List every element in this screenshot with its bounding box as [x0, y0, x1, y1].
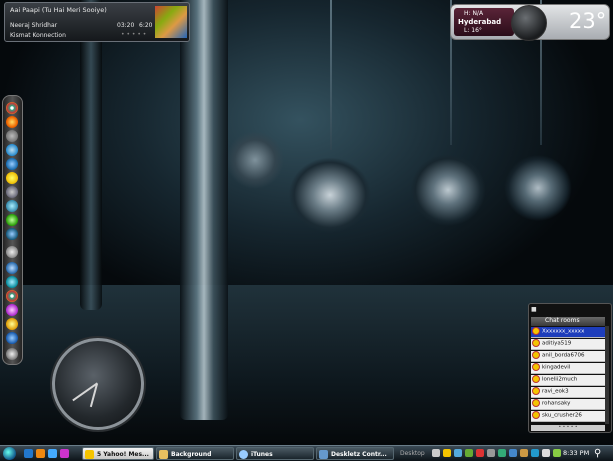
rating-stars[interactable]: • • • • •	[121, 31, 146, 38]
chat-room-label: sku_crusher26	[542, 412, 582, 419]
app-icon[interactable]	[6, 332, 18, 344]
app-icon[interactable]	[6, 304, 18, 316]
app-icon[interactable]	[6, 276, 18, 288]
album-art	[155, 6, 187, 38]
weather-high: H: N/A	[464, 10, 484, 17]
ie-icon[interactable]	[6, 158, 18, 170]
app-icon[interactable]	[6, 228, 18, 240]
chat-room-item[interactable]: kingadevil	[531, 363, 605, 374]
app-icon[interactable]	[6, 186, 18, 198]
chat-room-label: kingadevil	[542, 364, 571, 371]
firefox-icon[interactable]	[6, 116, 18, 128]
search-icon[interactable]: ⚲	[594, 448, 605, 459]
task-background[interactable]: Background	[156, 447, 234, 460]
track-duration: 6:20	[139, 22, 153, 29]
album-name: Kismat Konnection	[10, 32, 66, 39]
chat-room-item[interactable]: ravi_eok3	[531, 387, 605, 398]
app-icon[interactable]	[6, 318, 18, 330]
weather-widget[interactable]: H: N/A Hyderabad L: 16° 23°	[450, 4, 610, 41]
weather-info-panel: H: N/A Hyderabad L: 16°	[454, 8, 514, 36]
ie-quicklaunch-icon[interactable]	[48, 449, 57, 458]
chat-room-item[interactable]: lonelii2much	[531, 375, 605, 386]
wallpaper-rod	[180, 0, 228, 420]
tray-app-icon[interactable]	[487, 449, 495, 457]
show-desktop-icon[interactable]	[24, 449, 33, 458]
app-icon[interactable]	[6, 246, 18, 258]
tray-app-icon[interactable]	[509, 449, 517, 457]
media-player-widget[interactable]: Aai Paapi (Tu Hai Meri Sooiye) Neeraj Sh…	[4, 2, 190, 42]
chat-scrollbar[interactable]	[605, 326, 609, 424]
elapsed-time: 03:20	[117, 22, 135, 29]
tray-yahoo-icon[interactable]	[443, 449, 451, 457]
task-itunes[interactable]: iTunes	[236, 447, 314, 460]
folder-icon	[159, 450, 168, 459]
app-icon[interactable]	[6, 214, 18, 226]
weather-city: Hyderabad	[458, 18, 502, 26]
chat-footer: • • • • •	[531, 425, 605, 431]
chat-room-item[interactable]: aditiya519	[531, 339, 605, 350]
tray-app-icon[interactable]	[531, 449, 539, 457]
wallpaper-rod	[80, 0, 102, 310]
tray-app-icon[interactable]	[476, 449, 484, 457]
song-title: Aai Paapi (Tu Hai Meri Sooiye)	[10, 6, 107, 14]
wallpaper-wire	[330, 0, 332, 150]
recycle-bin-icon[interactable]	[6, 348, 18, 360]
artist-name: Neeraj Shridhar	[10, 22, 58, 29]
chat-room-item[interactable]: sku_crusher26	[531, 411, 605, 422]
app-icon[interactable]	[6, 290, 18, 302]
taskbar-clock[interactable]: 8:33 PM	[563, 446, 589, 461]
tray-app-icon[interactable]	[520, 449, 528, 457]
chat-room-label: lonelii2much	[542, 376, 578, 383]
desktop-toolbar[interactable]: Desktop	[396, 447, 426, 460]
firefox-quicklaunch-icon[interactable]	[36, 449, 45, 458]
chat-user-icon	[532, 375, 540, 383]
weather-temperature: 23°	[569, 9, 607, 33]
tray-power-icon[interactable]	[553, 449, 561, 457]
chat-room-label: anil_borda6706	[542, 352, 585, 359]
chat-room-item[interactable]: rohansaky	[531, 399, 605, 410]
internet-icon[interactable]	[6, 144, 18, 156]
tray-expand-icon[interactable]	[432, 449, 440, 457]
chat-rooms-title: Chat rooms	[531, 317, 605, 326]
yahoo-messenger-icon[interactable]	[6, 172, 18, 184]
tray-app-icon[interactable]	[465, 449, 473, 457]
chat-room-label: rohansaky	[542, 400, 571, 407]
weather-low: L: 16°	[464, 27, 482, 34]
itunes-icon	[239, 450, 248, 459]
app-icon[interactable]	[6, 200, 18, 212]
chat-rooms-widget[interactable]: ■ Chat rooms Xxxxxxx_xxxxx aditiya519 anil…	[528, 303, 612, 433]
tray-app-icon[interactable]	[498, 449, 506, 457]
chat-user-icon	[532, 327, 540, 335]
chat-user-icon	[532, 411, 540, 419]
chat-user-icon	[532, 339, 540, 347]
task-deskletz-control[interactable]: Deskletz Contr...	[316, 447, 394, 460]
chrome-icon[interactable]	[6, 102, 18, 114]
chat-widget-header: ■	[531, 306, 537, 313]
yahoo-messenger-icon	[85, 450, 94, 459]
task-yahoo-messenger[interactable]: 5 Yahoo! Mes...	[82, 447, 154, 460]
tray-volume-icon[interactable]	[542, 449, 550, 457]
chat-room-label: Xxxxxxx_xxxxx	[542, 328, 585, 335]
taskbar: 5 Yahoo! Mes... Background iTunes Deskle…	[0, 445, 613, 461]
deskletz-icon	[319, 450, 328, 459]
analog-clock-widget[interactable]	[52, 338, 144, 430]
start-button[interactable]	[3, 447, 16, 460]
tray-network-icon[interactable]	[454, 449, 462, 457]
chat-room-label: ravi_eok3	[542, 388, 569, 395]
dock-bar	[2, 95, 23, 365]
app-icon[interactable]	[6, 262, 18, 274]
app-quicklaunch-icon[interactable]	[60, 449, 69, 458]
app-icon[interactable]	[6, 130, 18, 142]
chat-user-icon	[532, 351, 540, 359]
chat-user-icon	[532, 399, 540, 407]
weather-condition-icon	[511, 5, 547, 41]
chat-user-icon	[532, 363, 540, 371]
chat-room-item[interactable]: Xxxxxxx_xxxxx	[531, 327, 605, 338]
chat-user-icon	[532, 387, 540, 395]
chat-room-item[interactable]: anil_borda6706	[531, 351, 605, 362]
chat-room-label: aditiya519	[542, 340, 572, 347]
